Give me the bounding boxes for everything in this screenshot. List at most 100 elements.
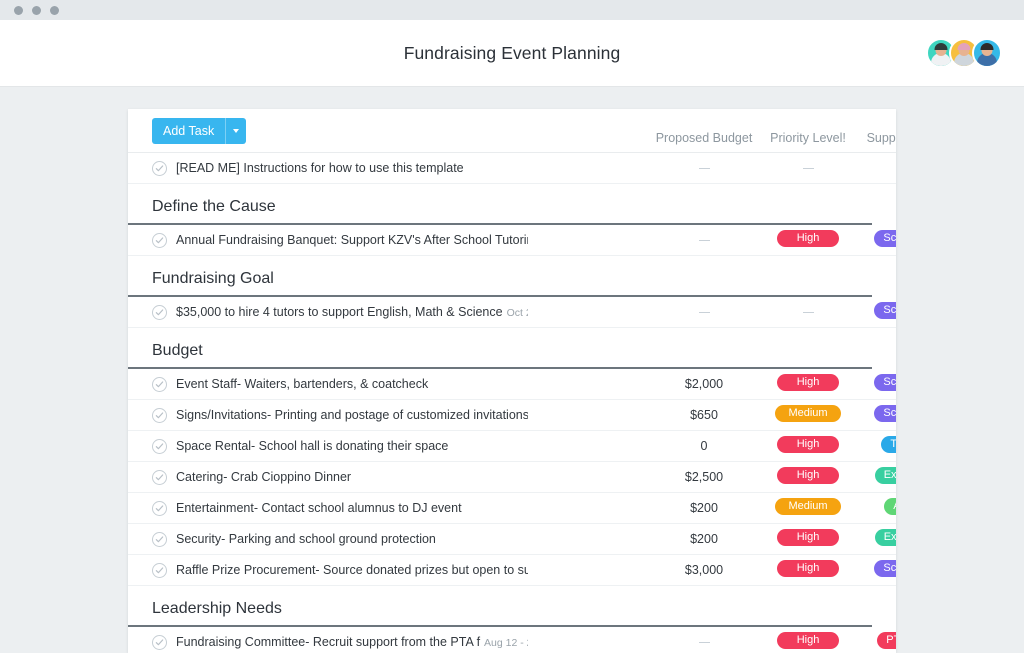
maximize-dot[interactable] (50, 5, 59, 15)
cell-proposed-budget[interactable]: $2,500 (648, 470, 760, 484)
cell-support-source[interactable]: External ... (854, 467, 896, 487)
task-complete-checkbox[interactable] (152, 634, 167, 650)
cell-proposed-budget[interactable]: $3,000 (648, 563, 760, 577)
priority-badge[interactable]: High (777, 230, 839, 247)
task-name[interactable]: Raffle Prize Procurement- Source donated… (176, 563, 528, 577)
cell-proposed-budget[interactable]: 0 (648, 439, 760, 453)
task-complete-checkbox[interactable] (152, 438, 167, 454)
cell-priority-level[interactable] (760, 305, 856, 319)
support-source-tag[interactable]: External ... (874, 467, 896, 484)
task-name[interactable]: [READ ME] Instructions for how to use th… (176, 161, 528, 175)
support-source-tag[interactable]: School B... (874, 560, 896, 577)
task-complete-checkbox[interactable] (152, 304, 167, 320)
cell-support-source[interactable]: School B... (854, 374, 896, 394)
table-row[interactable]: Catering- Crab Cioppino Dinner $2,500 High… (128, 462, 896, 493)
table-row[interactable]: Annual Fundraising Banquet: Support KZV'… (128, 225, 896, 256)
table-row[interactable]: [READ ME] Instructions for how to use th… (128, 153, 896, 184)
section-header[interactable]: Budget (128, 328, 872, 369)
cell-support-source[interactable]: School B... (854, 230, 896, 250)
cell-priority-level[interactable]: High (760, 632, 856, 652)
add-task-dropdown-button[interactable] (225, 117, 247, 144)
avatar-3[interactable] (972, 38, 1002, 68)
cell-support-source[interactable]: Alumni (854, 498, 896, 518)
table-row[interactable]: Security- Parking and school ground prot… (128, 524, 896, 555)
column-header-support-source[interactable]: Support Source (854, 131, 896, 145)
table-row[interactable]: Fundraising Committee- Recruit support f… (128, 627, 896, 653)
task-due-date[interactable]: Oct 26 (507, 307, 528, 319)
cell-support-source[interactable]: PTA Me... (854, 632, 896, 652)
support-source-tag[interactable]: School B... (874, 374, 896, 391)
table-row[interactable]: Space Rental- School hall is donating th… (128, 431, 896, 462)
task-name[interactable]: Entertainment- Contact school alumnus to… (176, 501, 528, 515)
cell-priority-level[interactable]: Medium (760, 498, 856, 518)
cell-support-source[interactable]: School B... (854, 302, 896, 322)
task-name[interactable]: Signs/Invitations- Printing and postage … (176, 408, 528, 422)
task-name[interactable]: Annual Fundraising Banquet: Support KZV'… (176, 233, 528, 247)
priority-badge[interactable]: High (777, 529, 839, 546)
cell-priority-level[interactable]: Medium (760, 405, 856, 425)
task-complete-checkbox[interactable] (152, 376, 167, 392)
priority-badge[interactable]: High (777, 374, 839, 391)
task-complete-checkbox[interactable] (152, 562, 167, 578)
avatar-group[interactable] (926, 38, 1002, 68)
cell-support-source[interactable]: Teacher (854, 436, 896, 456)
priority-badge[interactable]: Medium (775, 405, 841, 422)
cell-priority-level[interactable]: High (760, 230, 856, 250)
task-name[interactable]: Fundraising Committee- Recruit support f… (176, 635, 528, 649)
table-row[interactable]: Raffle Prize Procurement- Source donated… (128, 555, 896, 586)
priority-badge[interactable]: Medium (775, 498, 841, 515)
table-row[interactable]: Entertainment- Contact school alumnus to… (128, 493, 896, 524)
section-header[interactable]: Fundraising Goal (128, 256, 872, 297)
add-task-button[interactable]: Add Task (152, 117, 226, 144)
task-complete-checkbox[interactable] (152, 531, 167, 547)
add-task-group[interactable]: Add Task (152, 117, 247, 144)
task-complete-checkbox[interactable] (152, 232, 167, 248)
cell-support-source[interactable] (854, 161, 896, 175)
cell-proposed-budget[interactable]: $2,000 (648, 377, 760, 391)
priority-badge[interactable]: High (777, 436, 839, 453)
support-source-tag[interactable]: Teacher (881, 436, 896, 453)
cell-priority-level[interactable]: High (760, 374, 856, 394)
cell-support-source[interactable]: School B... (854, 405, 896, 425)
task-complete-checkbox[interactable] (152, 407, 167, 423)
support-source-tag[interactable]: School B... (874, 302, 896, 319)
cell-proposed-budget[interactable] (648, 305, 760, 319)
table-row[interactable]: $35,000 to hire 4 tutors to support Engl… (128, 297, 896, 328)
cell-priority-level[interactable]: High (760, 467, 856, 487)
cell-proposed-budget[interactable]: $200 (648, 532, 760, 546)
support-source-tag[interactable]: Alumni (884, 498, 896, 515)
task-name[interactable]: Event Staff- Waiters, bartenders, & coat… (176, 377, 528, 391)
task-complete-checkbox[interactable] (152, 160, 167, 176)
column-header-proposed-budget[interactable]: Proposed Budget (648, 131, 760, 145)
task-due-date[interactable]: Aug 12 - 22 (484, 637, 528, 649)
cell-proposed-budget[interactable] (648, 161, 760, 175)
task-complete-checkbox[interactable] (152, 469, 167, 485)
column-header-priority-level[interactable]: Priority Level! (760, 131, 856, 145)
priority-badge[interactable]: High (777, 632, 839, 649)
task-name[interactable]: $35,000 to hire 4 tutors to support Engl… (176, 305, 528, 319)
task-name[interactable]: Space Rental- School hall is donating th… (176, 439, 528, 453)
cell-support-source[interactable]: External ... (854, 529, 896, 549)
cell-proposed-budget[interactable]: $650 (648, 408, 760, 422)
close-dot[interactable] (14, 5, 23, 15)
section-header[interactable]: Define the Cause (128, 184, 872, 225)
support-source-tag[interactable]: PTA Me... (877, 632, 896, 649)
cell-proposed-budget[interactable]: $200 (648, 501, 760, 515)
support-source-tag[interactable]: External ... (874, 529, 896, 546)
task-name[interactable]: Security- Parking and school ground prot… (176, 532, 528, 546)
cell-proposed-budget[interactable] (648, 233, 760, 247)
priority-badge[interactable]: High (777, 467, 839, 484)
cell-priority-level[interactable]: High (760, 560, 856, 580)
support-source-tag[interactable]: School B... (874, 230, 896, 247)
table-row[interactable]: Event Staff- Waiters, bartenders, & coat… (128, 369, 896, 400)
cell-proposed-budget[interactable] (648, 635, 760, 649)
section-header[interactable]: Leadership Needs (128, 586, 872, 627)
cell-priority-level[interactable]: High (760, 436, 856, 456)
cell-priority-level[interactable] (760, 161, 856, 175)
support-source-tag[interactable]: School B... (874, 405, 896, 422)
cell-support-source[interactable]: School B... (854, 560, 896, 580)
table-row[interactable]: Signs/Invitations- Printing and postage … (128, 400, 896, 431)
task-complete-checkbox[interactable] (152, 500, 167, 516)
task-name[interactable]: Catering- Crab Cioppino Dinner (176, 470, 528, 484)
minimize-dot[interactable] (32, 5, 41, 15)
